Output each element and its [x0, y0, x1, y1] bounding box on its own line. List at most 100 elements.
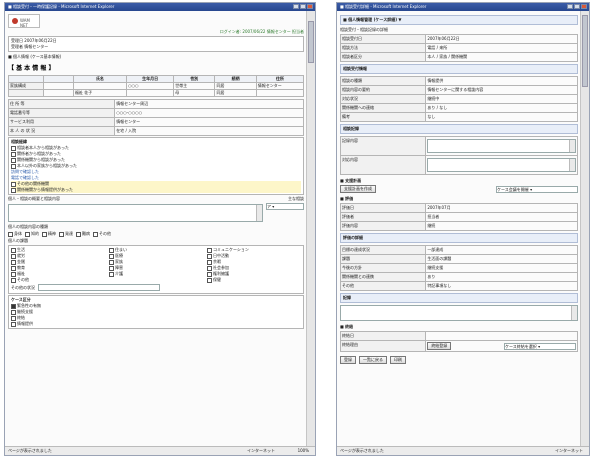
form-value[interactable]: 本人 / 家族 / 関係機関: [426, 53, 578, 62]
form-value[interactable]: 継続: [426, 222, 578, 231]
checkbox[interactable]: [11, 259, 16, 265]
checkbox[interactable]: [109, 271, 114, 277]
scroll-thumb[interactable]: [582, 15, 588, 87]
form-value[interactable]: 情報提供: [426, 77, 578, 86]
close-icon[interactable]: [307, 4, 313, 9]
checkbox[interactable]: [207, 259, 212, 265]
form-value[interactable]: [426, 332, 578, 341]
table-cell[interactable]: [126, 90, 175, 97]
checkbox[interactable]: [11, 315, 16, 321]
table-cell[interactable]: ○○○: [126, 83, 175, 90]
checkbox[interactable]: [8, 231, 13, 237]
checkbox[interactable]: [11, 181, 16, 187]
right-scrollbar[interactable]: [580, 11, 589, 447]
info-value[interactable]: 情報センター: [115, 118, 304, 127]
support-select[interactable]: ケース会議を開催 ▾: [496, 185, 578, 193]
info-value[interactable]: ○○○-○○○○: [115, 109, 304, 118]
checkbox[interactable]: [11, 271, 16, 277]
close-icon[interactable]: [581, 4, 587, 9]
table-cell[interactable]: 母: [174, 90, 216, 97]
checkbox[interactable]: [59, 231, 64, 237]
left-scrollbar[interactable]: [306, 11, 315, 447]
support-title: ■ 支援計画: [340, 178, 362, 183]
print-button[interactable]: 印刷: [390, 356, 406, 364]
form-label: 評価内容: [341, 222, 427, 231]
consult-textarea[interactable]: [8, 204, 263, 222]
table-cell[interactable]: 同居: [215, 90, 257, 97]
notes-textarea[interactable]: [427, 139, 576, 153]
checkbox[interactable]: [11, 247, 16, 253]
consult-select[interactable]: ア ▾: [266, 203, 304, 210]
support-button[interactable]: 支援計画を作成: [340, 185, 376, 193]
checkbox[interactable]: [109, 253, 114, 259]
col-header: 続柄: [215, 76, 257, 83]
checkbox[interactable]: [109, 247, 114, 253]
checkbox[interactable]: [11, 151, 16, 157]
info-value[interactable]: 在宅 / 入院: [115, 127, 304, 136]
checkbox[interactable]: [11, 187, 16, 193]
form-value[interactable]: なし: [426, 113, 578, 122]
checkbox[interactable]: [11, 253, 16, 259]
form-value[interactable]: 担当者: [426, 213, 578, 222]
back-button[interactable]: 一覧に戻る: [359, 356, 387, 364]
table-cell[interactable]: 福祉 花子: [73, 90, 127, 97]
form-value[interactable]: 情報センターに関する相談内容: [426, 86, 578, 95]
minimize-icon[interactable]: [293, 4, 299, 9]
group-header: 相談受付情報: [340, 64, 578, 74]
checkbox[interactable]: [42, 231, 47, 237]
form-value[interactable]: あり: [426, 273, 578, 282]
table-cell[interactable]: [44, 83, 74, 90]
form-value[interactable]: 2007年07月: [426, 204, 578, 213]
close-button[interactable]: 終結登録: [427, 342, 452, 350]
form-value[interactable]: 継続支援: [426, 264, 578, 273]
checkbox[interactable]: [76, 231, 81, 237]
table-cell[interactable]: 世帯主: [174, 83, 216, 90]
minimize-icon[interactable]: [567, 4, 573, 9]
checkbox[interactable]: [11, 163, 16, 169]
checkbox[interactable]: [93, 231, 98, 237]
checkbox[interactable]: [207, 247, 212, 253]
maximize-icon[interactable]: [574, 4, 580, 9]
table-cell[interactable]: 情報センター: [256, 83, 304, 90]
table-cell[interactable]: [44, 90, 74, 97]
form-value[interactable]: 一部達成: [426, 246, 578, 255]
form-value[interactable]: 特記事項なし: [426, 282, 578, 291]
form-value[interactable]: 継続中: [426, 95, 578, 104]
maximize-icon[interactable]: [300, 4, 306, 9]
scrollbar[interactable]: [568, 159, 575, 171]
scroll-thumb[interactable]: [308, 21, 314, 63]
checkbox[interactable]: [25, 231, 30, 237]
other-input[interactable]: [38, 284, 160, 291]
table-cell[interactable]: 同居: [215, 83, 257, 90]
close-select[interactable]: ケース終結を選択 ▾: [503, 342, 576, 350]
table-cell[interactable]: [73, 83, 127, 90]
record-textarea[interactable]: [340, 305, 578, 321]
form-value[interactable]: 生活面の課題: [426, 255, 578, 264]
checkbox[interactable]: [109, 265, 114, 271]
checkbox[interactable]: [207, 271, 212, 277]
table-cell[interactable]: [256, 90, 304, 97]
form-value[interactable]: あり / なし: [426, 104, 578, 113]
scrollbar[interactable]: [256, 205, 262, 221]
checkbox[interactable]: [11, 157, 16, 163]
checkbox[interactable]: [11, 265, 16, 271]
info-value[interactable]: 情報センター周辺: [115, 100, 304, 109]
checkbox[interactable]: [11, 321, 16, 327]
eval-group-header: 評価の詳細: [340, 233, 578, 243]
status-zoom[interactable]: 100%: [298, 447, 309, 455]
checkbox[interactable]: [11, 309, 16, 315]
scrollbar[interactable]: [571, 306, 577, 320]
scrollbar[interactable]: [568, 140, 575, 152]
checkbox[interactable]: [207, 265, 212, 271]
checkbox[interactable]: [207, 277, 212, 283]
register-button[interactable]: 登録: [340, 356, 356, 364]
close-title: ■ 終結: [340, 324, 354, 329]
checkbox[interactable]: [109, 259, 114, 265]
checkbox[interactable]: [207, 253, 212, 259]
notes-textarea[interactable]: [427, 158, 576, 172]
form-value[interactable]: 電話 / 来所: [426, 44, 578, 53]
checkbox[interactable]: [11, 145, 16, 151]
form-value[interactable]: 2007年06月22日: [426, 35, 578, 44]
checkbox[interactable]: [11, 303, 16, 309]
checkbox[interactable]: [11, 277, 16, 283]
